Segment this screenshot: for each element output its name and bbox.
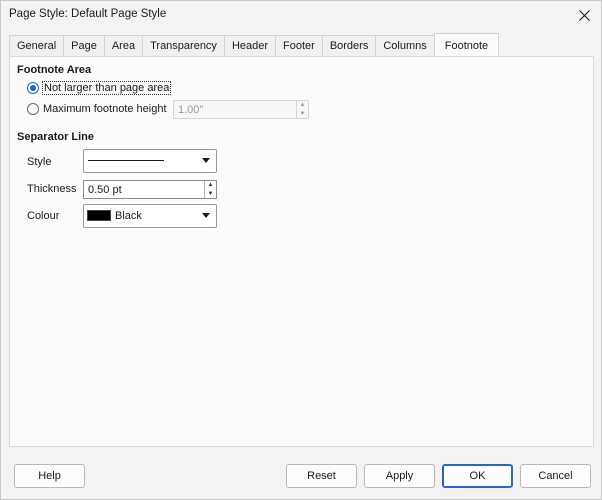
colour-value: Black [115,210,142,222]
thickness-label: Thickness [27,183,77,195]
tab-footer[interactable]: Footer [275,35,322,57]
thickness-value: 0.50 pt [88,183,122,196]
close-icon [578,9,590,21]
max-height-radio[interactable] [27,103,39,115]
window-title: Page Style: Default Page Style [9,8,167,20]
page-style-dialog: Page Style: Default Page Style General P… [0,0,602,500]
apply-button[interactable]: Apply [364,464,435,488]
spin-up-icon[interactable]: ▲ [205,181,216,190]
close-button[interactable] [571,3,597,27]
style-label: Style [27,156,52,168]
colour-swatch [87,210,111,221]
tab-header[interactable]: Header [223,35,276,57]
tab-bar: General Page Area Transparency Header Fo… [9,33,500,57]
max-height-spinner[interactable]: 1.00" ▲ ▼ [173,100,309,119]
not-larger-label: Not larger than page area [41,81,172,95]
tab-borders[interactable]: Borders [321,35,376,57]
cancel-button[interactable]: Cancel [520,464,591,488]
tab-transparency[interactable]: Transparency [142,35,224,57]
chevron-down-icon [202,158,210,163]
spin-up-icon[interactable]: ▲ [297,101,308,110]
tab-general[interactable]: General [9,35,64,57]
footnote-area-heading: Footnote Area [17,64,92,76]
reset-button[interactable]: Reset [286,464,357,488]
tab-page[interactable]: Page [63,35,104,57]
spin-down-icon[interactable]: ▼ [297,110,308,119]
max-height-value: 1.00" [178,103,204,116]
not-larger-radio[interactable] [27,82,39,94]
max-height-label: Maximum footnote height [43,103,167,115]
style-dropdown[interactable] [83,149,217,173]
footnote-panel: Footnote Area Not larger than page area … [9,56,594,447]
colour-label: Colour [27,210,60,222]
max-height-option[interactable]: Maximum footnote height [27,103,167,115]
not-larger-option[interactable]: Not larger than page area [27,81,172,95]
title-bar: Page Style: Default Page Style [1,1,601,29]
line-style-sample [88,160,164,161]
thickness-spinner[interactable]: 0.50 pt ▲ ▼ [83,180,217,199]
tab-area[interactable]: Area [103,35,143,57]
chevron-down-icon [202,213,210,218]
help-button[interactable]: Help [14,464,85,488]
tab-footnote[interactable]: Footnote [433,33,500,57]
tab-columns[interactable]: Columns [375,35,434,57]
spin-down-icon[interactable]: ▼ [205,190,216,199]
ok-button[interactable]: OK [442,464,513,488]
separator-line-heading: Separator Line [17,131,95,143]
colour-dropdown[interactable]: Black [83,204,217,228]
